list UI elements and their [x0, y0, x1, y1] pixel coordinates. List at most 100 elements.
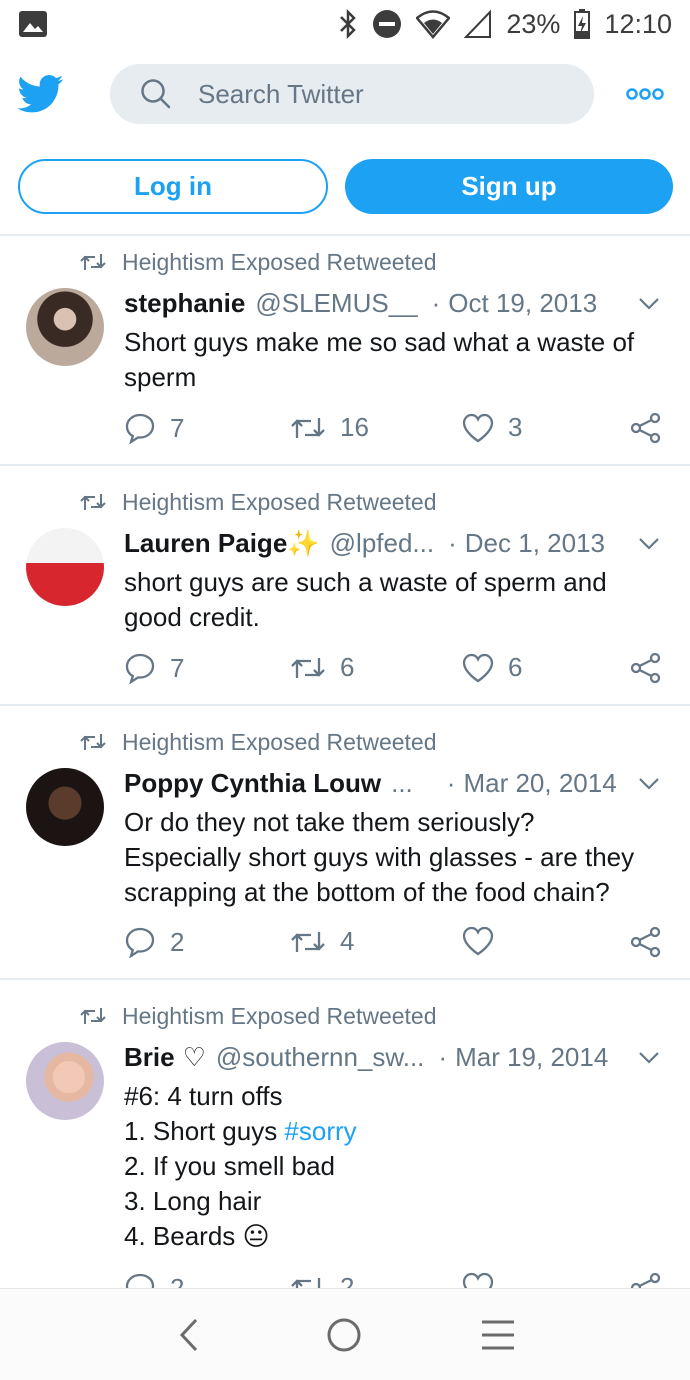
- retweet-context-label: Heightism Exposed Retweeted: [122, 1002, 437, 1029]
- retweet-context: Heightism Exposed Retweeted: [80, 728, 437, 756]
- retweet-button[interactable]: 16: [290, 412, 369, 443]
- menu-icon[interactable]: [480, 1319, 516, 1351]
- sparkles-emoji: ✨: [287, 528, 320, 558]
- tweet-line: good credit.: [124, 602, 260, 632]
- signup-button[interactable]: Sign up: [345, 159, 673, 214]
- tweet[interactable]: Heightism Exposed Retweeted Poppy Cynthi…: [0, 716, 690, 980]
- tweet-header: Brie ♡ @southernn_sw... · Mar 19, 2014: [124, 1042, 660, 1073]
- heart-icon: [462, 1272, 494, 1288]
- more-options-icon[interactable]: [626, 87, 664, 101]
- home-icon[interactable]: [326, 1317, 362, 1353]
- retweet-button[interactable]: 2: [290, 1272, 354, 1288]
- retweet-count: 16: [340, 412, 369, 442]
- user-name[interactable]: stephanie: [124, 288, 245, 319]
- like-button[interactable]: 6: [462, 652, 522, 683]
- retweet-icon: [291, 931, 325, 952]
- chevron-down-icon[interactable]: [638, 1051, 660, 1065]
- tweet-header: Poppy Cynthia Louw ... · Mar 20, 2014: [124, 768, 660, 799]
- reply-icon: [125, 1273, 155, 1288]
- tweet-date[interactable]: Dec 1, 2013: [465, 528, 605, 559]
- avatar[interactable]: [26, 288, 104, 366]
- like-button[interactable]: 3: [462, 412, 522, 443]
- avatar[interactable]: [26, 528, 104, 606]
- share-button[interactable]: [630, 1272, 676, 1288]
- search-placeholder: Search Twitter: [198, 78, 364, 109]
- separator-dot: ·: [448, 528, 457, 558]
- tweet-line: Especially short guys with glasses - are…: [124, 842, 635, 872]
- clock: 12:10: [604, 8, 672, 39]
- tweet-text: #6: 4 turn offs 1. Short guys #sorry 2. …: [124, 1079, 660, 1254]
- login-button[interactable]: Log in: [18, 159, 328, 214]
- system-nav-bar: [0, 1288, 690, 1380]
- hashtag-link[interactable]: #sorry: [284, 1116, 356, 1146]
- retweet-context-label: Heightism Exposed Retweeted: [122, 488, 437, 515]
- like-button[interactable]: [462, 926, 508, 956]
- chevron-down-icon[interactable]: [638, 537, 660, 551]
- retweet-context: Heightism Exposed Retweeted: [80, 248, 437, 276]
- user-handle[interactable]: @lpfed...: [330, 528, 434, 559]
- search-bar[interactable]: Search Twitter: [110, 64, 594, 124]
- reply-icon: [125, 653, 155, 684]
- tweet-line-text: 1. Short guys: [124, 1116, 285, 1146]
- retweet-icon: [80, 494, 106, 510]
- user-handle[interactable]: @southernn_sw...: [216, 1042, 425, 1073]
- tweet-actions: 7 16 3: [124, 412, 664, 448]
- search-icon: [141, 79, 171, 109]
- like-button[interactable]: [462, 1272, 508, 1288]
- share-button[interactable]: [630, 652, 676, 684]
- tweet[interactable]: Heightism Exposed Retweeted stephanie @S…: [0, 236, 690, 466]
- avatar[interactable]: [26, 1042, 104, 1120]
- reply-count: 7: [170, 652, 185, 683]
- battery-charging-icon: [574, 9, 591, 39]
- retweet-count: 4: [340, 926, 355, 956]
- battery-percent: 23%: [506, 8, 561, 39]
- tweet-line: sperm: [124, 362, 197, 392]
- like-count: 6: [508, 652, 523, 682]
- reply-button[interactable]: 2: [124, 1272, 184, 1288]
- tweet-line: 3. Long hair: [124, 1186, 262, 1216]
- neutral-face-emoji: 😐: [242, 1221, 270, 1251]
- like-count: 3: [508, 412, 523, 442]
- reply-button[interactable]: 7: [124, 412, 184, 444]
- share-button[interactable]: [630, 412, 676, 444]
- top-header: Search Twitter: [0, 56, 690, 132]
- bluetooth-icon: [340, 9, 357, 39]
- retweet-button[interactable]: 4: [290, 926, 354, 957]
- twitter-bird-icon[interactable]: [18, 74, 64, 114]
- status-bar: 23% 12:10: [0, 0, 690, 48]
- retweet-icon: [80, 734, 106, 750]
- tweet-date[interactable]: Mar 20, 2014: [463, 768, 616, 799]
- tweet-line: short guys are such a waste of sperm and: [124, 567, 607, 597]
- do-not-disturb-icon: [373, 10, 402, 38]
- chevron-down-icon[interactable]: [638, 777, 660, 791]
- retweet-button[interactable]: 6: [290, 652, 354, 683]
- user-name[interactable]: Poppy Cynthia Louw: [124, 768, 381, 799]
- reply-button[interactable]: 7: [124, 652, 184, 684]
- reply-count: 2: [170, 1272, 185, 1289]
- chevron-down-icon[interactable]: [638, 297, 660, 311]
- tweet-date[interactable]: Mar 19, 2014: [455, 1042, 608, 1073]
- auth-buttons: Log in Sign up: [18, 159, 673, 214]
- back-icon[interactable]: [176, 1317, 204, 1353]
- tweet-line: 2. If you smell bad: [124, 1151, 335, 1181]
- tweet-line-text: 4. Beards: [124, 1221, 243, 1251]
- tweet-text: short guys are such a waste of sperm and…: [124, 565, 660, 635]
- reply-count: 7: [170, 412, 185, 443]
- tweet-date[interactable]: Oct 19, 2013: [448, 288, 597, 319]
- user-handle[interactable]: ...: [391, 768, 413, 799]
- user-name[interactable]: Brie: [124, 1042, 175, 1073]
- signal-icon: [464, 9, 492, 38]
- tweet-line: #6: 4 turn offs: [124, 1081, 283, 1111]
- retweet-icon: [291, 657, 325, 678]
- share-button[interactable]: [630, 926, 676, 958]
- tweet[interactable]: Heightism Exposed Retweeted Brie ♡ @sout…: [0, 990, 690, 1288]
- reply-icon: [125, 413, 155, 444]
- user-name[interactable]: Lauren Paige: [124, 528, 287, 559]
- tweet[interactable]: Heightism Exposed Retweeted Lauren Paige…: [0, 476, 690, 706]
- retweet-context-label: Heightism Exposed Retweeted: [122, 728, 437, 755]
- user-handle[interactable]: @SLEMUS__: [255, 288, 417, 319]
- avatar[interactable]: [26, 768, 104, 846]
- share-icon: [630, 926, 661, 958]
- reply-button[interactable]: 2: [124, 926, 184, 958]
- tweet-actions: 7 6 6: [124, 652, 664, 688]
